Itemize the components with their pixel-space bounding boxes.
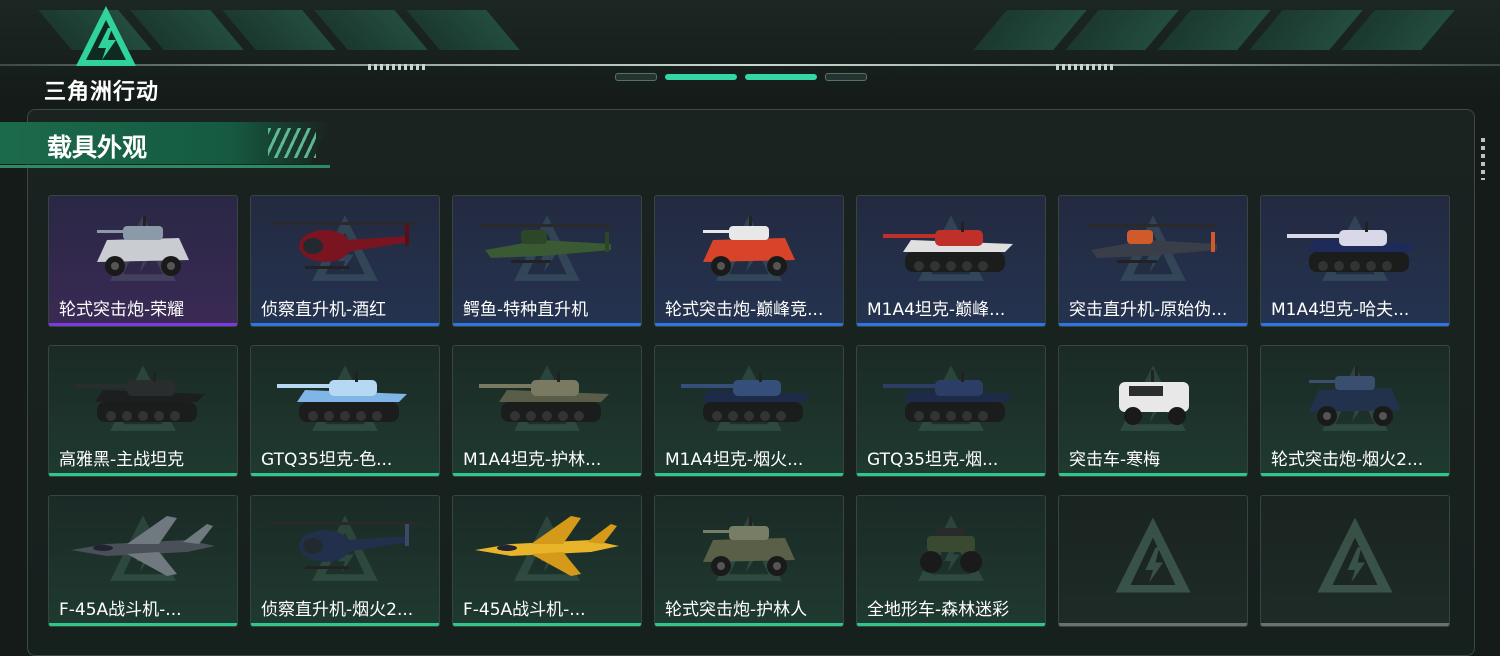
attack-helicopter-icon (471, 210, 623, 282)
vehicle-skin-card[interactable]: 高雅黑-主战坦克 (48, 345, 238, 477)
vehicle-skin-label: 全地形车-森林迷彩 (867, 600, 1010, 620)
scout-helicopter-icon (269, 510, 421, 582)
vehicle-skin-label: 高雅黑-主战坦克 (59, 450, 185, 470)
rarity-bar (251, 323, 439, 326)
rarity-bar (251, 623, 439, 626)
tank-icon (1279, 210, 1431, 282)
vehicle-skin-label: 侦察直升机-酒红 (261, 300, 387, 320)
vehicle-skin-card[interactable]: 鳄鱼-特种直升机 (452, 195, 642, 327)
section-tab-underline (0, 165, 330, 168)
logo-text: 三角洲行动 (44, 80, 160, 105)
vehicle-skin-card[interactable]: GTQ35坦克-烟... (856, 345, 1046, 477)
vehicle-skin-card[interactable]: 轮式突击炮-烟火2... (1260, 345, 1450, 477)
vehicle-skin-card[interactable]: 全地形车-森林迷彩 (856, 495, 1046, 627)
rarity-bar (1059, 623, 1247, 626)
vehicle-skin-label: F-45A战斗机-... (59, 600, 182, 620)
vehicle-skin-label: 轮式突击炮-护林人 (665, 600, 808, 620)
rarity-bar (1261, 623, 1449, 626)
wheeled-assault-vehicle-icon (67, 210, 219, 282)
empty-slot (1260, 495, 1450, 627)
vehicle-skin-label: 鳄鱼-特种直升机 (463, 300, 589, 320)
scout-helicopter-icon (269, 210, 421, 282)
tank-icon (67, 360, 219, 432)
empty-slot (1058, 495, 1248, 627)
vehicle-skin-card[interactable]: 突击车-寒梅 (1058, 345, 1248, 477)
rarity-bar (453, 623, 641, 626)
rarity-bar (49, 473, 237, 476)
page-indicator (615, 73, 887, 81)
rarity-bar (655, 473, 843, 476)
wheeled-assault-vehicle-icon (1279, 360, 1431, 432)
vehicle-skin-label: M1A4坦克-哈夫... (1271, 300, 1410, 320)
vehicle-skin-label: 轮式突击炮-烟火2... (1271, 450, 1424, 470)
rarity-bar (655, 323, 843, 326)
wheeled-assault-vehicle-icon (673, 210, 825, 282)
delta-watermark-icon (1115, 517, 1191, 592)
vehicle-skin-label: F-45A战斗机-... (463, 600, 586, 620)
header-stripes-right (973, 10, 1455, 50)
header-hatch-right (1056, 64, 1116, 70)
rarity-bar (453, 323, 641, 326)
rarity-bar (655, 623, 843, 626)
vehicle-skin-card[interactable]: 侦察直升机-酒红 (250, 195, 440, 327)
vehicle-skin-label: 侦察直升机-烟火2... (261, 600, 414, 620)
vehicle-skin-card[interactable]: 突击直升机-原始伪... (1058, 195, 1248, 327)
vehicle-skin-label: 突击直升机-原始伪... (1069, 300, 1228, 320)
rarity-bar (857, 323, 1045, 326)
vehicle-skin-label: 轮式突击炮-巅峰竞... (665, 300, 824, 320)
atv-icon (875, 510, 1027, 582)
attack-helicopter-icon (1077, 210, 1229, 282)
delta-watermark-icon (1317, 517, 1393, 592)
tank-icon (875, 210, 1027, 282)
vehicle-skin-card[interactable]: M1A4坦克-巅峰... (856, 195, 1046, 327)
vehicle-skin-label: M1A4坦克-巅峰... (867, 300, 1006, 320)
top-header: 三角洲行动 (0, 0, 1500, 105)
rarity-bar (1059, 323, 1247, 326)
tank-icon (673, 360, 825, 432)
fighter-jet-icon (67, 510, 219, 582)
rarity-bar (857, 623, 1045, 626)
vehicle-skin-label: GTQ35坦克-色... (261, 450, 393, 470)
vehicle-skin-card[interactable]: M1A4坦克-烟火... (654, 345, 844, 477)
vehicle-skin-grid: 轮式突击炮-荣耀 侦察直升机-酒红 鳄鱼-特种直升机 轮式突击炮-巅峰竞... M1A4… (48, 195, 1450, 627)
vehicle-skin-card[interactable]: F-45A战斗机-... (452, 495, 642, 627)
delta-triangle-icon (76, 6, 136, 66)
vehicle-skin-card[interactable]: 轮式突击炮-荣耀 (48, 195, 238, 327)
vehicle-skin-label: M1A4坦克-烟火... (665, 450, 804, 470)
fighter-jet-icon (471, 510, 623, 582)
vehicle-skin-label: 轮式突击炮-荣耀 (59, 300, 185, 320)
vehicle-skin-label: M1A4坦克-护林... (463, 450, 602, 470)
rarity-bar (1261, 323, 1449, 326)
header-hatch-left (368, 64, 428, 70)
rarity-bar (49, 623, 237, 626)
vehicle-skin-card[interactable]: GTQ35坦克-色... (250, 345, 440, 477)
vehicle-skin-label: GTQ35坦克-烟... (867, 450, 999, 470)
wheeled-assault-vehicle-icon (673, 510, 825, 582)
tank-icon (269, 360, 421, 432)
rarity-bar (251, 473, 439, 476)
tank-icon (471, 360, 623, 432)
section-title: 载具外观 (47, 133, 148, 162)
rarity-bar (857, 473, 1045, 476)
header-divider (0, 64, 1500, 66)
scrollbar[interactable] (1481, 138, 1485, 180)
armored-car-icon (1077, 360, 1229, 432)
vehicle-skin-card[interactable]: M1A4坦克-护林... (452, 345, 642, 477)
vehicle-skin-card[interactable]: 侦察直升机-烟火2... (250, 495, 440, 627)
tank-icon (875, 360, 1027, 432)
rarity-bar (1059, 473, 1247, 476)
rarity-bar (453, 473, 641, 476)
rarity-bar (1261, 473, 1449, 476)
vehicle-skin-card[interactable]: F-45A战斗机-... (48, 495, 238, 627)
section-tab-hatch (268, 128, 316, 158)
vehicle-skin-card[interactable]: 轮式突击炮-巅峰竞... (654, 195, 844, 327)
vehicle-skin-label: 突击车-寒梅 (1069, 450, 1161, 470)
rarity-bar (49, 323, 237, 326)
game-logo: 三角洲行动 (44, 4, 184, 105)
vehicle-skin-card[interactable]: 轮式突击炮-护林人 (654, 495, 844, 627)
vehicle-skin-card[interactable]: M1A4坦克-哈夫... (1260, 195, 1450, 327)
